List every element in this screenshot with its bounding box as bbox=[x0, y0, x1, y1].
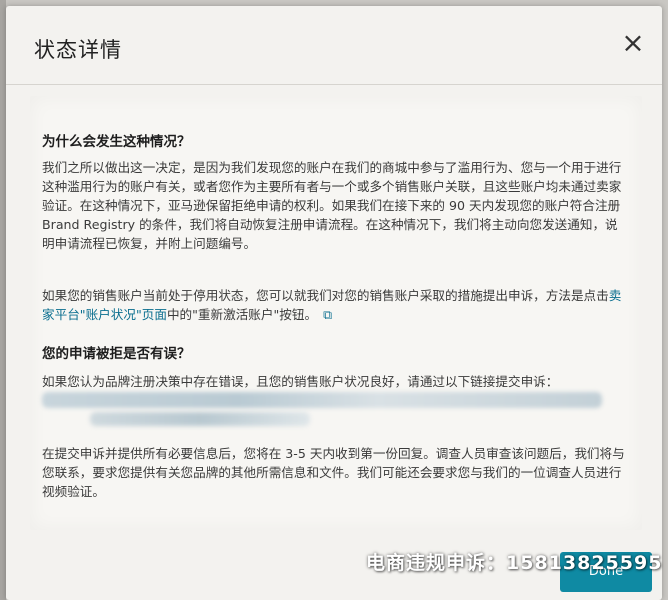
appeal-intro-paragraph: 如果您认为品牌注册决策中存在错误，且您的销售账户状况良好，请通过以下链接提交申诉… bbox=[42, 374, 559, 389]
why-section-paragraph: 我们之所以做出这一决定，是因为我们发现您的账户在我们的商城中参与了滥用行为、您与… bbox=[42, 160, 622, 251]
rejection-section-title: 您的申请被拒是否有误？ bbox=[42, 346, 191, 362]
appeal-link-blurred-2 bbox=[90, 412, 310, 426]
appeal-link-blurred[interactable] bbox=[42, 392, 602, 408]
appeal-followup-paragraph: 在提交申诉并提供所有必要信息后，您将在 3-5 天内收到第一份回复。调查人员审查… bbox=[42, 446, 625, 499]
external-link-icon[interactable]: ⧉ bbox=[323, 307, 332, 322]
suspended-text-suffix: 中的"重新激活账户"按钮。 bbox=[166, 307, 318, 322]
dialog-header: 状态详情 × bbox=[6, 6, 662, 85]
close-icon[interactable]: × bbox=[618, 28, 648, 58]
why-section-title: 为什么会发生这种情况？ bbox=[42, 134, 191, 150]
dialog-content: 为什么会发生这种情况？ 我们之所以做出这一决定，是因为我们发现您的账户在我们的商… bbox=[30, 96, 642, 530]
suspended-text-prefix: 如果您的销售账户当前处于停用状态，您可以就我们对您的销售账户采取的措施提出申诉，… bbox=[42, 288, 609, 303]
suspended-account-paragraph: 如果您的销售账户当前处于停用状态，您可以就我们对您的销售账户采取的措施提出申诉，… bbox=[42, 286, 630, 324]
watermark-text: 电商违规申诉：15813825595 bbox=[366, 552, 663, 574]
dialog-title: 状态详情 bbox=[34, 38, 122, 62]
status-details-dialog: 状态详情 × 为什么会发生这种情况？ 我们之所以做出这一决定，是因为我们发现您的… bbox=[6, 6, 662, 600]
